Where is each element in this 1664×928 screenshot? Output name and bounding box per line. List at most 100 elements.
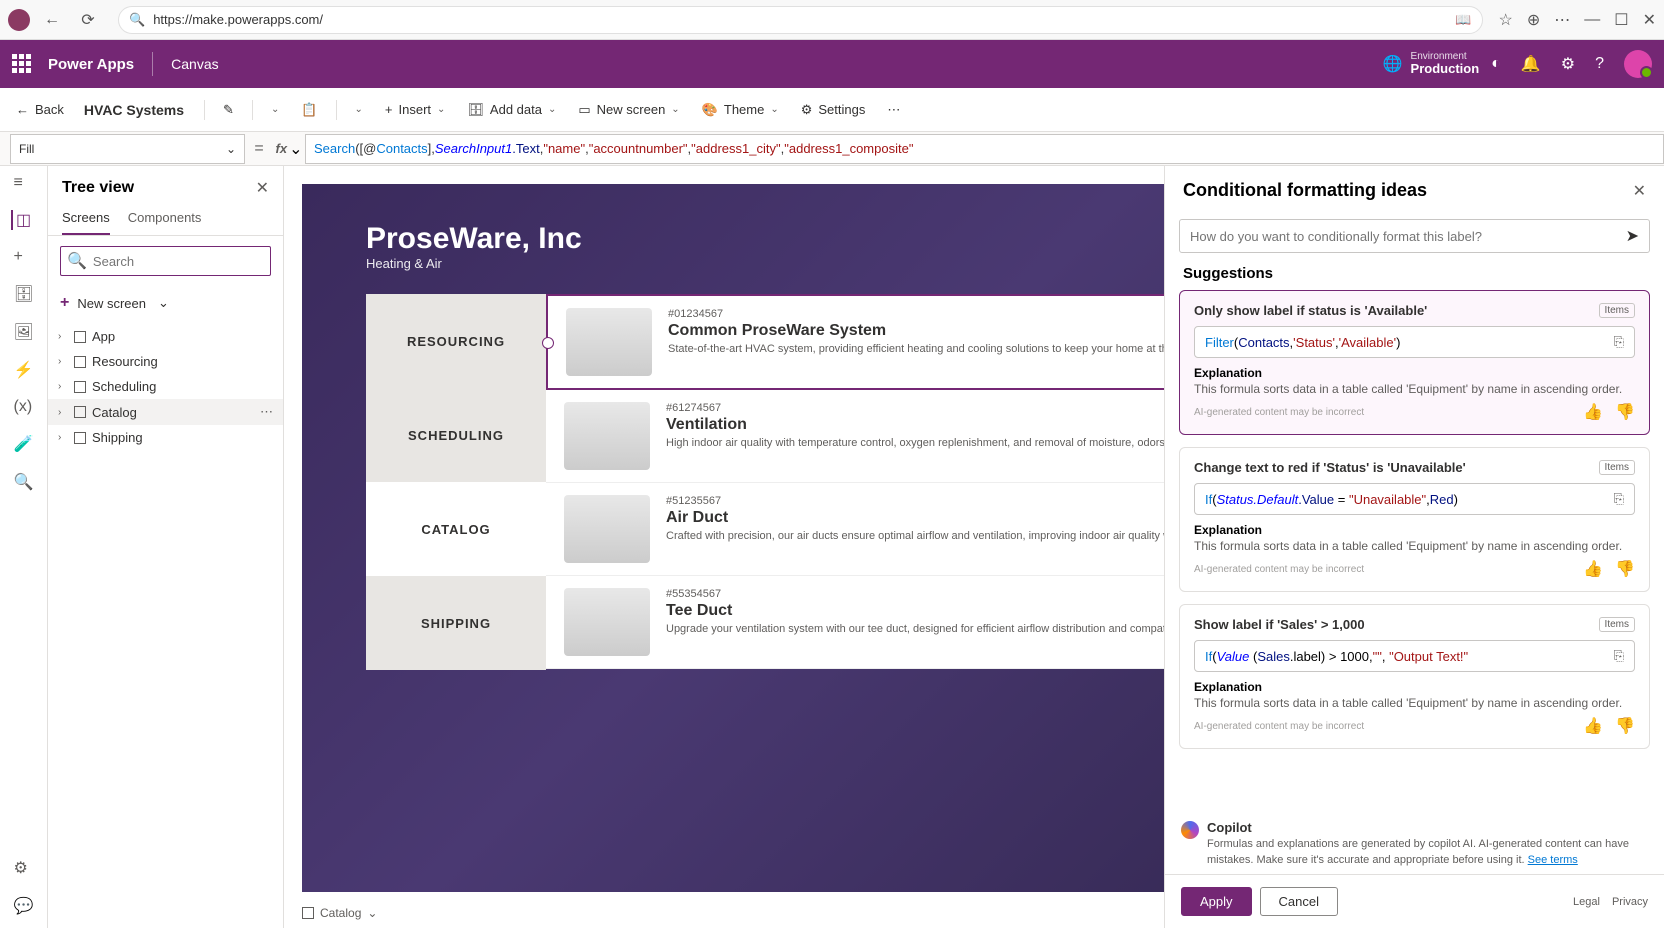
pencil-icon: ✎: [223, 102, 234, 118]
apply-button[interactable]: Apply: [1181, 887, 1252, 916]
reader-icon[interactable]: 📖: [1455, 12, 1471, 28]
waffle-icon[interactable]: [12, 54, 32, 74]
tree-item[interactable]: ›Resourcing: [48, 349, 283, 374]
settings-gear-icon[interactable]: ⚙: [1561, 54, 1575, 74]
mode-label: Canvas: [171, 56, 218, 72]
maximize-icon[interactable]: ☐: [1614, 10, 1628, 30]
ribbon: ← Back HVAC Systems ✎ ⌄ 📋 ⌄ +Insert⌄ 🗄Ad…: [0, 88, 1664, 132]
tree-item-label: Catalog: [92, 405, 137, 420]
address-bar[interactable]: 🔍 📖: [118, 6, 1483, 34]
copilot-header-icon[interactable]: ◐: [1491, 55, 1501, 73]
environment-picker[interactable]: 🌐 Environment Production: [1383, 51, 1480, 76]
see-terms-link[interactable]: See terms: [1528, 854, 1578, 866]
send-icon[interactable]: ➤: [1626, 226, 1639, 246]
chevron-right-icon: ›: [58, 381, 68, 392]
refresh-icon[interactable]: ⟳: [74, 6, 102, 34]
theme-button[interactable]: 🎨Theme⌄: [694, 98, 787, 122]
formula-bar[interactable]: Search([@Contacts], SearchInput1.Text, "…: [305, 134, 1664, 164]
more-icon[interactable]: ⋯: [1554, 10, 1570, 30]
add-data-label: Add data: [490, 102, 542, 117]
more-icon[interactable]: ⋯: [260, 404, 273, 420]
app-name: HVAC Systems: [84, 102, 184, 118]
back-icon[interactable]: ←: [38, 6, 66, 34]
hamburger-icon[interactable]: ≡: [14, 174, 34, 192]
settings-button[interactable]: ⚙Settings: [793, 98, 874, 122]
thumbs-up-icon[interactable]: 👍: [1583, 716, 1603, 736]
items-badge: Items: [1599, 617, 1635, 632]
copy-icon[interactable]: ⎘: [1614, 491, 1624, 507]
minimize-icon[interactable]: —: [1584, 11, 1600, 29]
fx-icon: fx: [276, 141, 288, 156]
sidenav-item[interactable]: SHIPPING: [366, 576, 546, 670]
legal-link[interactable]: Legal: [1573, 896, 1600, 908]
sidenav-item[interactable]: RESOURCING: [366, 294, 546, 388]
close-icon[interactable]: ✕: [1633, 181, 1646, 201]
chevron-right-icon: ›: [58, 331, 68, 342]
suggestion-code: Filter(Contacts,'Status','Available')⎘: [1194, 326, 1635, 358]
add-data-button[interactable]: 🗄Add data⌄: [459, 98, 564, 122]
explanation-label: Explanation: [1194, 680, 1635, 694]
new-screen-button[interactable]: + New screen ⌄: [48, 286, 283, 320]
suggestion-card[interactable]: Change text to red if 'Status' is 'Unava…: [1179, 447, 1650, 592]
copilot-icon: [1181, 821, 1199, 839]
virtual-agent-icon[interactable]: 💬: [14, 896, 34, 916]
power-automate-icon[interactable]: ⚡: [14, 360, 34, 380]
suggestion-title: Only show label if status is 'Available': [1194, 303, 1427, 318]
close-window-icon[interactable]: ✕: [1643, 10, 1656, 30]
data-rail-icon[interactable]: 🗄: [14, 284, 34, 304]
thumbs-up-icon[interactable]: 👍: [1583, 402, 1603, 422]
privacy-link[interactable]: Privacy: [1612, 896, 1648, 908]
insert-rail-icon[interactable]: +: [14, 248, 34, 266]
settings-rail-icon[interactable]: ⚙: [14, 858, 34, 878]
tree-item[interactable]: ›App: [48, 324, 283, 349]
copy-icon[interactable]: ⎘: [1614, 334, 1624, 350]
notifications-icon[interactable]: 🔔: [1521, 54, 1541, 74]
search-icon: 🔍: [67, 251, 87, 271]
thumbs-down-icon[interactable]: 👎: [1615, 716, 1635, 736]
edit-button[interactable]: ✎: [215, 98, 242, 122]
fx-button[interactable]: fx⌄: [273, 139, 305, 159]
suggestion-title: Change text to red if 'Status' is 'Unava…: [1194, 460, 1466, 475]
panel-search[interactable]: ➤: [1179, 219, 1650, 253]
favorite-icon[interactable]: ☆: [1499, 10, 1513, 30]
user-avatar[interactable]: [1624, 50, 1652, 78]
settings-label: Settings: [818, 102, 865, 117]
cancel-button[interactable]: Cancel: [1260, 887, 1338, 916]
thumbs-up-icon[interactable]: 👍: [1583, 559, 1603, 579]
tree-item[interactable]: ›Catalog⋯: [48, 399, 283, 425]
sidenav-item[interactable]: SCHEDULING: [366, 388, 546, 482]
media-rail-icon[interactable]: 🖼: [14, 322, 34, 342]
tree-item[interactable]: ›Scheduling: [48, 374, 283, 399]
tree-view-icon[interactable]: ◫: [11, 210, 31, 230]
copy-icon[interactable]: ⎘: [1614, 648, 1624, 664]
paste-dropdown[interactable]: ⌄: [347, 100, 371, 119]
paste-button[interactable]: 📋: [293, 98, 325, 122]
tree-item[interactable]: ›Shipping: [48, 425, 283, 450]
thumbs-down-icon[interactable]: 👎: [1615, 402, 1635, 422]
profile-avatar[interactable]: [8, 9, 30, 31]
back-button[interactable]: ← Back: [12, 98, 68, 121]
suggestion-card[interactable]: Only show label if status is 'Available'…: [1179, 290, 1650, 435]
screen-icon: [74, 381, 86, 393]
tree-search-input[interactable]: [93, 254, 269, 269]
suggestion-card[interactable]: Show label if 'Sales' > 1,000Items If(Va…: [1179, 604, 1650, 749]
tree-search[interactable]: 🔍: [60, 246, 271, 276]
close-icon[interactable]: ✕: [256, 178, 269, 198]
thumbs-down-icon[interactable]: 👎: [1615, 559, 1635, 579]
more-button[interactable]: ⋯: [879, 98, 908, 122]
tab-screens[interactable]: Screens: [62, 202, 110, 235]
explanation-text: This formula sorts data in a table calle…: [1194, 382, 1635, 396]
advanced-tools-icon[interactable]: 🧪: [14, 434, 34, 454]
url-input[interactable]: [153, 12, 1455, 27]
property-selector[interactable]: Fill ⌄: [10, 134, 245, 164]
insert-button[interactable]: +Insert⌄: [377, 98, 454, 121]
help-icon[interactable]: ?: [1595, 55, 1604, 73]
tab-components[interactable]: Components: [128, 202, 202, 235]
search-rail-icon[interactable]: 🔍: [14, 472, 34, 492]
edit-dropdown[interactable]: ⌄: [263, 100, 287, 119]
variables-icon[interactable]: (x): [14, 398, 34, 416]
collections-icon[interactable]: ⊕: [1527, 10, 1540, 30]
sidenav-item[interactable]: CATALOG: [366, 482, 546, 576]
new-screen-button[interactable]: ▭New screen⌄: [570, 98, 687, 122]
panel-search-input[interactable]: [1190, 229, 1626, 244]
